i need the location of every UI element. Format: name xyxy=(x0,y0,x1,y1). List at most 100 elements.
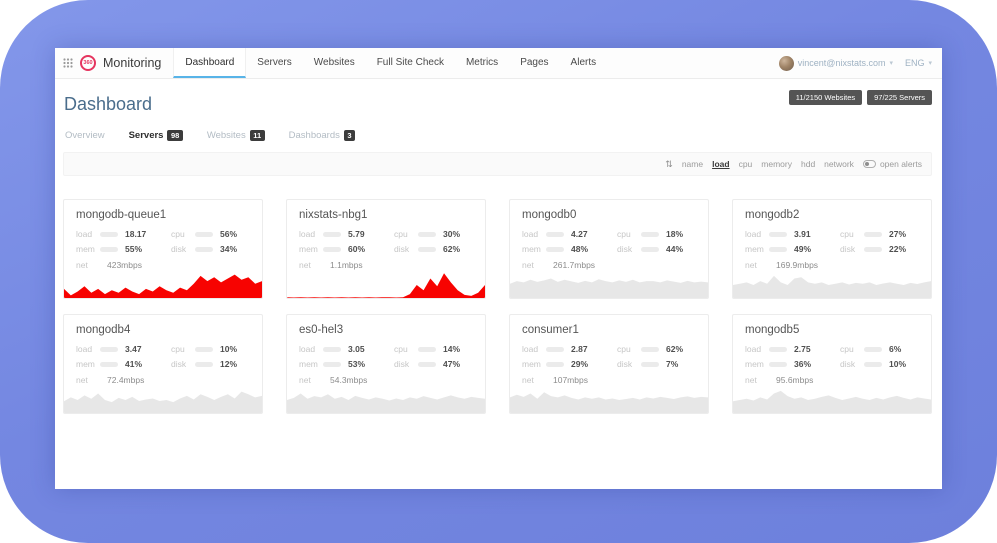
metrics: load 3.91 cpu 27% mem 49% disk 22% xyxy=(733,221,931,254)
cpu-metric: cpu 62% xyxy=(617,344,696,354)
nav-tab-metrics[interactable]: Metrics xyxy=(455,48,509,78)
server-card[interactable]: nixstats-nbg1 load 5.79 cpu 30% mem 60% … xyxy=(286,199,486,299)
disk-bar xyxy=(195,362,213,367)
network-sparkline-chart xyxy=(510,272,708,298)
metric-label: mem xyxy=(522,244,546,254)
nav-tab-dashboard[interactable]: Dashboard xyxy=(173,48,246,78)
net-value: 54.3mbps xyxy=(330,375,367,385)
load-metric: load 3.91 xyxy=(745,229,824,239)
server-card[interactable]: mongodb5 load 2.75 cpu 6% mem 36% disk 1… xyxy=(732,314,932,414)
mem-bar xyxy=(323,247,341,252)
load-value: 4.27 xyxy=(571,229,601,239)
disk-value: 12% xyxy=(220,359,250,369)
metric-label: disk xyxy=(617,244,641,254)
mem-metric: mem 36% xyxy=(745,359,824,369)
cpu-bar xyxy=(641,347,659,352)
nav-tab-full-site-check[interactable]: Full Site Check xyxy=(366,48,455,78)
mem-value: 55% xyxy=(125,244,155,254)
cpu-bar xyxy=(864,232,882,237)
websites-count-badge: 11/2150 Websites xyxy=(789,90,862,105)
sort-by-cpu[interactable]: cpu xyxy=(739,159,753,169)
mem-value: 36% xyxy=(794,359,824,369)
top-nav: 360 Monitoring Dashboard Servers Website… xyxy=(55,48,942,79)
nav-tab-alerts[interactable]: Alerts xyxy=(560,48,608,78)
net-metric: net 169.9mbps xyxy=(733,254,931,270)
mem-bar xyxy=(546,247,564,252)
cpu-value: 56% xyxy=(220,229,250,239)
cpu-metric: cpu 14% xyxy=(394,344,473,354)
server-card[interactable]: mongodb0 load 4.27 cpu 18% mem 48% disk … xyxy=(509,199,709,299)
network-sparkline-chart xyxy=(64,387,262,413)
subtab-label: Servers xyxy=(129,130,164,141)
app-grid-icon[interactable] xyxy=(63,58,73,68)
metric-label: disk xyxy=(840,244,864,254)
sort-by-load[interactable]: load xyxy=(712,159,729,169)
load-value: 3.05 xyxy=(348,344,378,354)
nav-tab-servers[interactable]: Servers xyxy=(246,48,302,78)
metric-label: cpu xyxy=(171,229,195,239)
network-sparkline-chart xyxy=(287,272,485,298)
server-card[interactable]: mongodb2 load 3.91 cpu 27% mem 49% disk … xyxy=(732,199,932,299)
subtab-dashboards[interactable]: Dashboards 3 xyxy=(289,130,355,141)
metric-label: net xyxy=(745,260,769,270)
net-metric: net 54.3mbps xyxy=(287,369,485,385)
disk-bar xyxy=(864,362,882,367)
subtab-servers[interactable]: Servers 98 xyxy=(129,130,183,141)
user-menu[interactable]: vincent@nixstats.com ▾ xyxy=(779,56,893,71)
server-card[interactable]: mongodb-queue1 load 18.17 cpu 56% mem 55… xyxy=(63,199,263,299)
cpu-value: 18% xyxy=(666,229,696,239)
network-sparkline-chart xyxy=(510,387,708,413)
metric-label: cpu xyxy=(171,344,195,354)
mem-metric: mem 55% xyxy=(76,244,155,254)
sort-by-network[interactable]: network xyxy=(824,159,854,169)
metrics: load 4.27 cpu 18% mem 48% disk 44% xyxy=(510,221,708,254)
sort-arrows-icon: ⇅ xyxy=(665,159,673,170)
metric-label: disk xyxy=(394,359,418,369)
server-card[interactable]: es0-hel3 load 3.05 cpu 14% mem 53% disk … xyxy=(286,314,486,414)
open-alerts-toggle[interactable]: open alerts xyxy=(863,159,922,169)
load-metric: load 3.47 xyxy=(76,344,155,354)
metric-label: mem xyxy=(745,359,769,369)
metrics: load 18.17 cpu 56% mem 55% disk 34% xyxy=(64,221,262,254)
load-value: 3.91 xyxy=(794,229,824,239)
open-alerts-label: open alerts xyxy=(880,159,922,169)
metric-label: load xyxy=(522,229,546,239)
brand-area: 360 Monitoring xyxy=(63,48,161,78)
subtab-count-badge: 3 xyxy=(344,130,355,141)
subtab-label: Overview xyxy=(65,130,105,141)
page-title: Dashboard xyxy=(64,94,152,115)
server-card[interactable]: mongodb4 load 3.47 cpu 10% mem 41% disk … xyxy=(63,314,263,414)
mem-metric: mem 41% xyxy=(76,359,155,369)
server-name: consumer1 xyxy=(510,315,708,336)
load-bar xyxy=(323,347,341,352)
subtab-overview[interactable]: Overview xyxy=(65,130,105,141)
metric-label: disk xyxy=(840,359,864,369)
language-menu[interactable]: ENG ▾ xyxy=(905,58,932,68)
server-card[interactable]: consumer1 load 2.87 cpu 62% mem 29% disk… xyxy=(509,314,709,414)
metrics: load 5.79 cpu 30% mem 60% disk 62% xyxy=(287,221,485,254)
cpu-metric: cpu 27% xyxy=(840,229,919,239)
net-value: 95.6mbps xyxy=(776,375,813,385)
disk-value: 62% xyxy=(443,244,473,254)
mem-bar xyxy=(769,247,787,252)
net-metric: net 261.7mbps xyxy=(510,254,708,270)
subtab-websites[interactable]: Websites 11 xyxy=(207,130,265,141)
subtab-label: Websites xyxy=(207,130,246,141)
toggle-icon xyxy=(863,160,876,168)
metric-label: net xyxy=(299,375,323,385)
nav-tab-websites[interactable]: Websites xyxy=(303,48,366,78)
mem-bar xyxy=(323,362,341,367)
cpu-bar xyxy=(195,232,213,237)
net-value: 423mbps xyxy=(107,260,142,270)
net-value: 72.4mbps xyxy=(107,375,144,385)
disk-bar xyxy=(418,247,436,252)
sort-by-name[interactable]: name xyxy=(682,159,703,169)
nav-tab-pages[interactable]: Pages xyxy=(509,48,559,78)
subtab-count-badge: 98 xyxy=(167,130,182,141)
cpu-metric: cpu 56% xyxy=(171,229,250,239)
header-badges: 11/2150 Websites 97/225 Servers xyxy=(789,90,932,105)
metric-label: cpu xyxy=(617,229,641,239)
net-value: 261.7mbps xyxy=(553,260,595,270)
sort-by-hdd[interactable]: hdd xyxy=(801,159,815,169)
sort-by-memory[interactable]: memory xyxy=(761,159,792,169)
